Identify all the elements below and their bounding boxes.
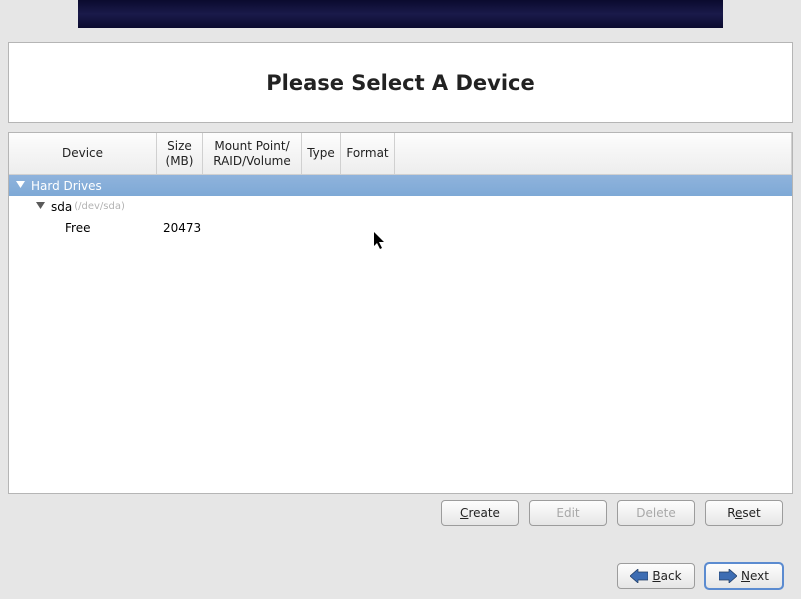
column-header-type[interactable]: Type [302,133,341,174]
delete-button: Delete [617,500,695,526]
expander-icon[interactable] [13,181,27,190]
tree-group-label: Hard Drives [27,179,175,193]
tree-disk-name: sda [47,200,72,214]
column-header-spacer [395,133,792,174]
tree-free-size: 20473 [157,221,203,235]
tree-disk-devpath: (/dev/sda) [74,201,125,212]
tree-free-label: Free [9,221,157,235]
mnemonic-n: N [741,569,750,583]
tree-free-space[interactable]: Free 20473 [9,217,792,238]
expander-icon[interactable] [33,202,47,211]
create-button-rest: reate [468,506,500,520]
partition-action-row: Create Edit Delete Reset [8,500,793,528]
device-tree-body[interactable]: Hard Drives sda (/dev/sda) Free 20473 [9,175,792,238]
edit-button: Edit [529,500,607,526]
mnemonic-e: e [735,506,742,520]
create-button[interactable]: Create [441,500,519,526]
title-panel: Please Select A Device [8,42,793,123]
nav-row: Back Next [617,563,783,589]
arrow-left-icon [630,569,648,583]
mnemonic-b: B [652,569,660,583]
tree-disk-sda[interactable]: sda (/dev/sda) [9,196,792,217]
next-button[interactable]: Next [705,563,783,589]
installer-banner [78,0,723,28]
column-header-size[interactable]: Size (MB) [157,133,203,174]
device-tree-panel: Device Size (MB) Mount Point/ RAID/Volum… [8,132,793,494]
column-header-format[interactable]: Format [341,133,395,174]
arrow-right-icon [719,569,737,583]
column-header-device[interactable]: Device [9,133,157,174]
page-title: Please Select A Device [266,71,534,95]
back-button[interactable]: Back [617,563,695,589]
tree-group-hard-drives[interactable]: Hard Drives [9,175,792,196]
device-tree-header: Device Size (MB) Mount Point/ RAID/Volum… [9,133,792,175]
reset-button[interactable]: Reset [705,500,783,526]
column-header-mount[interactable]: Mount Point/ RAID/Volume [203,133,302,174]
